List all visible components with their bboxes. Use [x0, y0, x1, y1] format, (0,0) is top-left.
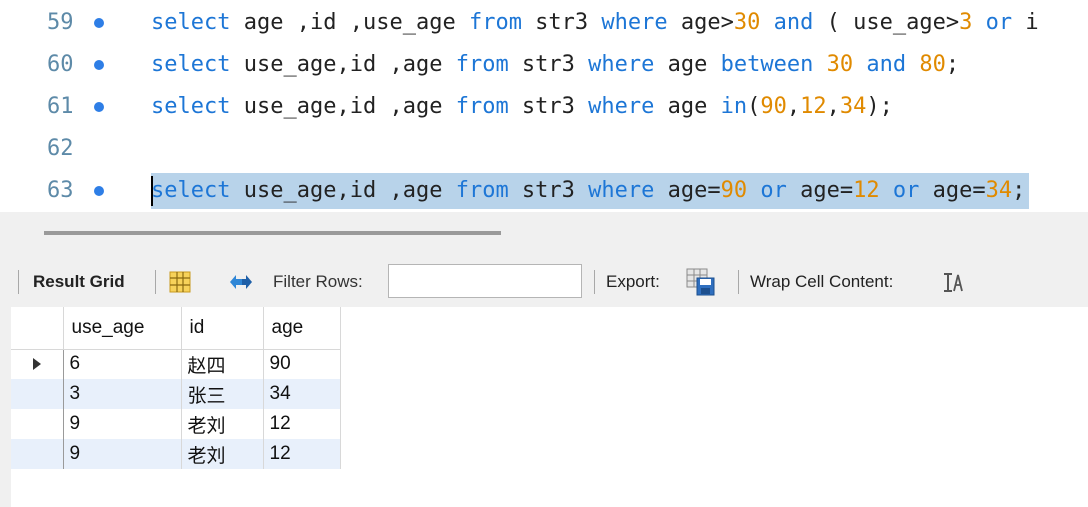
sql-statement: select use_age,id ,age from str3 where a…	[151, 94, 893, 119]
editor-line-61[interactable]: 61 select use_age,id ,age from str3 wher…	[12, 89, 1088, 125]
table-cell[interactable]: 3	[63, 379, 182, 409]
table-cell[interactable]: 赵四	[181, 349, 264, 379]
line-number: 59	[47, 10, 74, 35]
line-number: 63	[47, 178, 74, 203]
column-header[interactable]: id	[181, 307, 264, 350]
toolbar-separator	[594, 270, 595, 294]
table-cell[interactable]: 9	[63, 409, 182, 439]
line-number: 60	[47, 52, 74, 77]
table-cell[interactable]: 12	[263, 439, 341, 469]
sql-statement: select use_age,id ,age from str3 where a…	[151, 52, 960, 77]
editor-line-63[interactable]: 63 select use_age,id ,age from str3 wher…	[12, 173, 1088, 209]
row-marker[interactable]	[11, 409, 64, 439]
refresh-icon[interactable]	[224, 270, 258, 294]
table-cell[interactable]: 6	[63, 349, 182, 379]
table-row[interactable]: 3 张三 34	[11, 379, 341, 409]
execution-marker-icon	[94, 186, 104, 196]
sql-editor[interactable]: 59 select age ,id ,use_age from str3 whe…	[12, 0, 1088, 212]
toolbar-separator	[155, 270, 156, 294]
result-grid[interactable]: use_age id age 6 赵四 90 3 张三 34 9 老刘 12 9…	[11, 307, 341, 469]
table-cell[interactable]: 9	[63, 439, 182, 469]
grid-header-row: use_age id age	[11, 307, 341, 350]
text-cursor	[151, 176, 153, 206]
editor-line-60[interactable]: 60 select use_age,id ,age from str3 wher…	[12, 47, 1088, 83]
result-grid-tab[interactable]: Result Grid	[33, 272, 125, 292]
table-cell[interactable]: 34	[263, 379, 341, 409]
export-icon[interactable]	[686, 268, 716, 296]
filter-rows-input[interactable]	[388, 264, 582, 298]
export-label: Export:	[606, 272, 660, 291]
grid-view-icon[interactable]	[168, 271, 192, 293]
result-grid-area: use_age id age 6 赵四 90 3 张三 34 9 老刘 12 9…	[0, 307, 1088, 507]
line-number: 62	[47, 136, 74, 161]
row-marker[interactable]	[11, 379, 64, 409]
editor-line-59[interactable]: 59 select age ,id ,use_age from str3 whe…	[12, 5, 1088, 41]
current-row-arrow-icon	[32, 358, 41, 371]
sql-statement: select age ,id ,use_age from str3 where …	[151, 10, 1039, 35]
table-cell[interactable]: 12	[263, 409, 341, 439]
row-marker[interactable]	[11, 439, 64, 469]
sql-statement-selected: select use_age,id ,age from str3 where a…	[151, 173, 1030, 209]
execution-marker-icon	[94, 102, 104, 112]
table-row[interactable]: 6 赵四 90	[11, 349, 341, 379]
column-header[interactable]: age	[263, 307, 341, 350]
filter-rows-label: Filter Rows:	[273, 272, 363, 291]
toolbar-separator	[18, 270, 19, 294]
execution-marker-icon	[94, 18, 104, 28]
table-row[interactable]: 9 老刘 12	[11, 439, 341, 469]
editor-splitter	[0, 212, 1088, 257]
column-header[interactable]: use_age	[63, 307, 182, 350]
editor-line-62[interactable]: 62	[12, 131, 1088, 167]
row-marker-header	[11, 307, 64, 350]
row-marker[interactable]	[11, 349, 64, 379]
execution-marker-icon	[94, 60, 104, 70]
table-cell[interactable]: 张三	[181, 379, 264, 409]
table-cell[interactable]: 老刘	[181, 409, 264, 439]
wrap-cell-icon[interactable]	[942, 272, 966, 294]
table-row[interactable]: 9 老刘 12	[11, 409, 341, 439]
grid-margin	[0, 307, 11, 507]
toolbar-separator	[738, 270, 739, 294]
wrap-cell-content-label: Wrap Cell Content:	[750, 272, 894, 291]
line-number: 61	[47, 94, 74, 119]
horizontal-scrollbar[interactable]	[44, 231, 501, 235]
result-toolbar: Result Grid Filter Rows: Export: Wrap Ce…	[0, 257, 1088, 307]
table-cell[interactable]: 90	[263, 349, 341, 379]
table-cell[interactable]: 老刘	[181, 439, 264, 469]
